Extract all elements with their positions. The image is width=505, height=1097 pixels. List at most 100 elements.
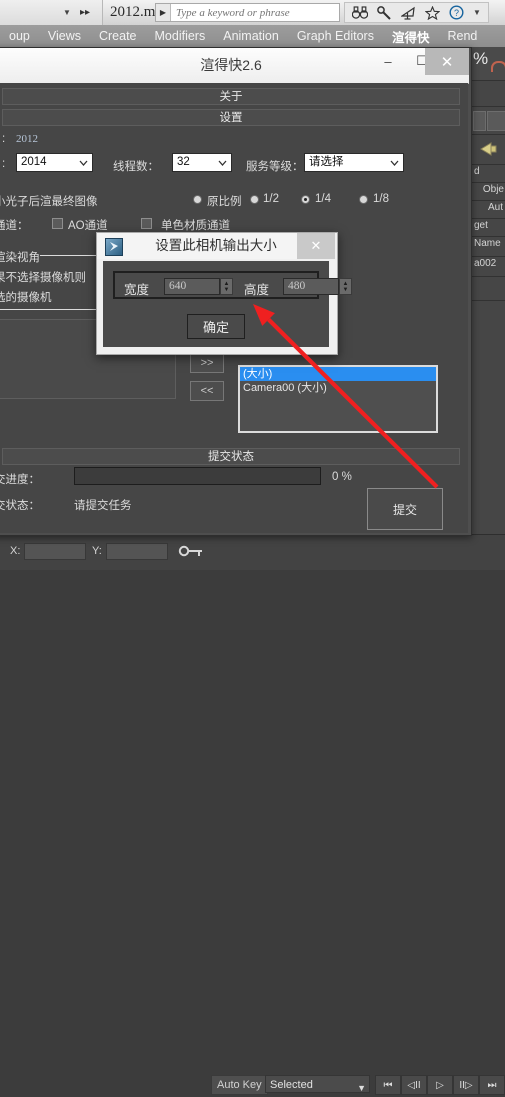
ratio-radio-original[interactable] [193, 195, 202, 204]
panel-icon-a[interactable] [473, 111, 486, 131]
command-panel-rollout-area [471, 301, 505, 534]
ratio-radio-quarter[interactable] [301, 195, 310, 204]
command-panel-label-auto: Aut [487, 202, 503, 213]
magnet-icon[interactable] [491, 61, 505, 72]
ao-channel-checkbox[interactable] [52, 218, 63, 229]
list-item[interactable]: Camera00 (大小) [240, 381, 436, 395]
group-header-settings[interactable]: 设置 [2, 109, 460, 126]
width-label: 宽度 [124, 283, 150, 297]
light-icon[interactable] [478, 140, 500, 158]
command-panel-row-1 [471, 81, 505, 107]
quick-access-toolbar[interactable]: ▼ ▸▸ [0, 0, 103, 25]
command-panel-row-3 [471, 135, 505, 165]
y-coordinate-field[interactable] [106, 543, 168, 560]
command-panel-row-7: get [471, 219, 505, 237]
panel-icon-b[interactable] [487, 111, 505, 131]
selected-cameras-listbox[interactable]: (大小) Camera00 (大小) [238, 365, 438, 433]
x-coordinate-field[interactable] [24, 543, 86, 560]
service-level-select[interactable]: 请选择 [304, 153, 404, 172]
move-right-button[interactable]: >> [190, 353, 224, 373]
ratio-radio-eighth[interactable] [359, 195, 368, 204]
width-input[interactable]: 640 [164, 278, 220, 295]
height-label: 高度 [244, 283, 270, 297]
menu-item-create[interactable]: Create [90, 29, 146, 43]
command-panel-row-8: Name [471, 237, 505, 257]
render-view-label: 渲染视角 [0, 252, 40, 264]
command-panel-percent-row: % [471, 47, 505, 81]
search-input[interactable] [171, 4, 339, 21]
view-hint-line2: 选的摄像机 [0, 292, 52, 304]
next-frame-button[interactable]: II▷ [453, 1075, 479, 1095]
play-animation-button[interactable]: ▷ [427, 1075, 453, 1095]
expand-ribbon-icon[interactable]: ▸▸ [80, 7, 90, 18]
submit-progress-bar [74, 467, 321, 485]
submit-progress-percent: 0 % [332, 471, 352, 483]
max-title-bar: ▼ ▸▸ 2012.max ▶ Type a keyword or phrase… [0, 0, 505, 26]
spin-down-icon[interactable]: ▼ [343, 287, 349, 293]
threads-select[interactable]: 32 [172, 153, 232, 172]
selection-mode-select[interactable]: Selected ▼ [265, 1075, 370, 1093]
version-label: : [2, 133, 6, 145]
menu-item-modifiers[interactable]: Modifiers [146, 29, 215, 43]
menu-item-animation[interactable]: Animation [214, 29, 288, 43]
service-level-value: 请选择 [309, 156, 344, 168]
chevron-down-icon[interactable] [218, 158, 227, 167]
menu-item-xuandekuai[interactable]: 渲得快 [383, 27, 439, 46]
view-hint-line1: 果不选择摄像机则 [0, 272, 86, 284]
height-input[interactable]: 480 [283, 278, 339, 295]
selection-mode-value: Selected [270, 1079, 313, 1091]
ratio-label-quarter: 1/4 [315, 193, 331, 205]
max-command-panel: % d Obje Aut get Name a002 [470, 47, 505, 534]
quick-access-dropdown-icon[interactable]: ▼ [63, 8, 71, 17]
previous-frame-button[interactable]: ◁II [401, 1075, 427, 1095]
dialog-title-bar[interactable]: 设置此相机输出大小 ✕ [97, 233, 335, 259]
mono-material-channel-label: 单色材质通道 [161, 220, 230, 232]
width-stepper[interactable]: ▲ ▼ [220, 278, 233, 295]
chevron-down-icon[interactable] [79, 158, 88, 167]
dialog-close-button[interactable]: ✕ [297, 233, 335, 259]
height-stepper[interactable]: ▲ ▼ [339, 278, 352, 295]
close-button[interactable]: ✕ [425, 48, 469, 75]
submit-progress-label: 交进度： [0, 474, 40, 486]
go-to-start-button[interactable]: ⏮ [375, 1075, 401, 1095]
star-icon[interactable] [425, 5, 440, 20]
x-coordinate-label: X: [10, 545, 21, 557]
menu-item-rendering[interactable]: Rend [438, 29, 486, 43]
command-panel-label-a002[interactable]: a002 [471, 257, 505, 271]
move-left-button[interactable]: << [190, 381, 224, 401]
help-icon[interactable]: ? [449, 5, 464, 20]
menu-item-group[interactable]: oup [0, 29, 39, 43]
satellite-dish-icon[interactable] [401, 6, 416, 20]
list-item[interactable]: (大小) [240, 367, 436, 381]
spin-down-icon[interactable]: ▼ [224, 287, 230, 293]
ratio-radio-half[interactable] [250, 195, 259, 204]
confirm-button[interactable]: 确定 [187, 314, 245, 339]
ratio-label-half: 1/2 [263, 193, 279, 205]
submit-button[interactable]: 提交 [367, 488, 443, 530]
ao-channel-label: AO通道 [68, 220, 108, 232]
ratio-label-original: 原比例 [207, 196, 242, 208]
render-window-title-bar[interactable]: 渲得快2.6 – ☐ ✕ [0, 48, 469, 84]
max-version-label: : [2, 158, 6, 170]
wrench-icon[interactable] [377, 5, 392, 20]
auto-key-button[interactable]: Auto Key [211, 1075, 268, 1095]
command-panel-label-object: Obje [482, 184, 504, 195]
go-to-end-button[interactable]: ⏭ [479, 1075, 505, 1095]
mono-material-channel-checkbox[interactable] [141, 218, 152, 229]
key-lock-icon[interactable] [178, 544, 204, 558]
search-dropdown-icon[interactable]: ▶ [156, 4, 171, 21]
group-header-about[interactable]: 关于 [2, 88, 460, 105]
binoculars-icon[interactable] [352, 6, 368, 19]
service-level-label: 服务等级： [246, 161, 304, 173]
threads-value: 32 [177, 156, 190, 168]
dialog-body: 宽度 640 ▲ ▼ 高度 480 ▲ ▼ 确定 [103, 261, 352, 347]
minimize-button[interactable]: – [371, 48, 405, 74]
max-search-box[interactable]: ▶ [155, 3, 340, 22]
menu-item-graph-editors[interactable]: Graph Editors [288, 29, 383, 43]
chevron-down-icon[interactable]: ▼ [357, 1079, 366, 1097]
chevron-down-icon[interactable] [390, 158, 399, 167]
photon-final-image-label: 小光子后渲最终图像 [0, 196, 98, 208]
menu-item-views[interactable]: Views [39, 29, 90, 43]
help-dropdown-icon[interactable]: ▼ [473, 8, 481, 17]
max-version-select[interactable]: 2014 [16, 153, 93, 172]
